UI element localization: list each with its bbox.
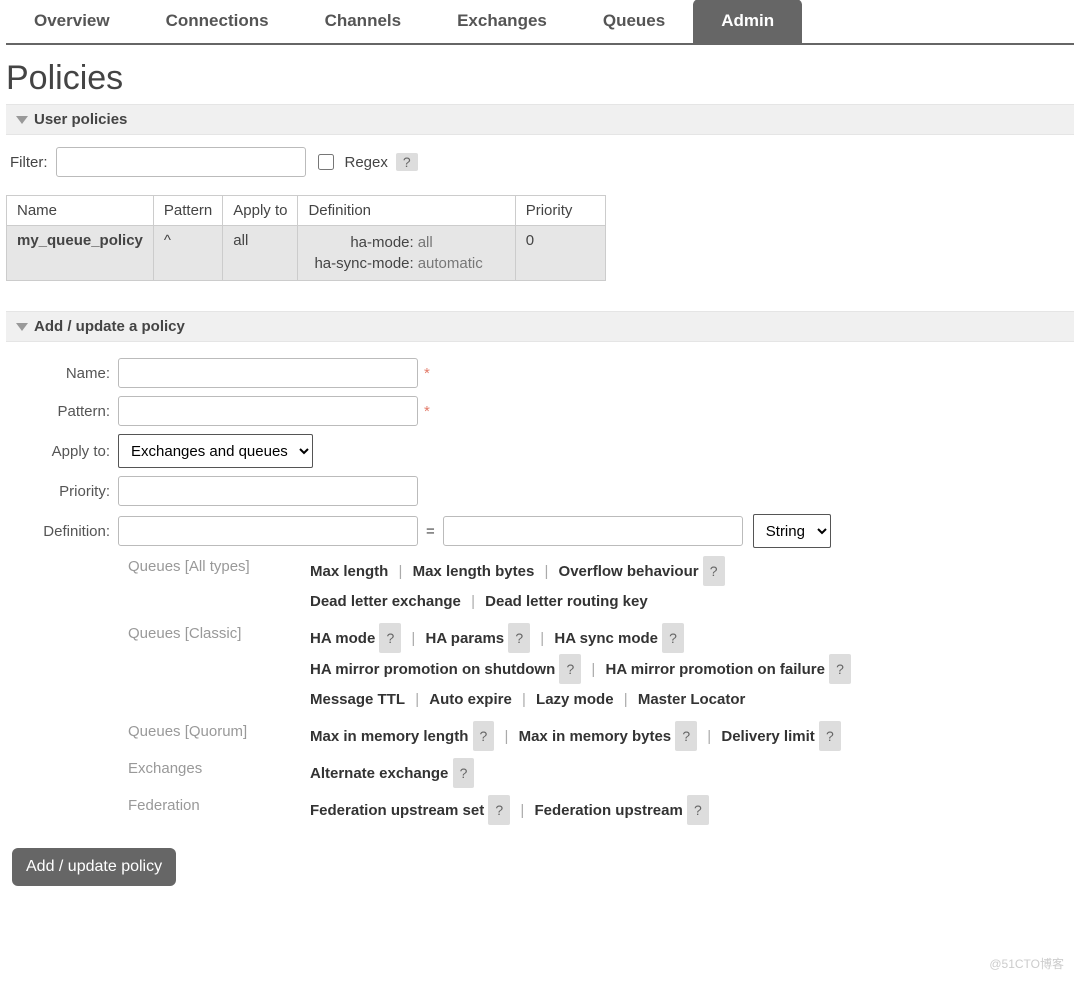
equals-sign: = bbox=[426, 523, 435, 540]
help-icon[interactable]: ? bbox=[662, 623, 684, 653]
definition-type-select[interactable]: String bbox=[753, 514, 831, 548]
opt-ha-promote-failure[interactable]: HA mirror promotion on failure bbox=[605, 661, 824, 678]
opt-ha-sync-mode[interactable]: HA sync mode bbox=[554, 630, 658, 647]
help-icon[interactable]: ? bbox=[819, 721, 841, 751]
filter-row: Filter: Regex ? bbox=[6, 135, 1074, 195]
col-pattern[interactable]: Pattern bbox=[153, 196, 222, 226]
opt-ha-mode[interactable]: HA mode bbox=[310, 630, 375, 647]
section-heading: Add / update a policy bbox=[34, 318, 185, 335]
tab-exchanges[interactable]: Exchanges bbox=[429, 0, 575, 43]
pattern-label: Pattern: bbox=[10, 403, 118, 420]
cell-apply-to: all bbox=[223, 226, 298, 281]
cell-priority: 0 bbox=[515, 226, 605, 281]
name-input[interactable] bbox=[118, 358, 418, 388]
tab-connections[interactable]: Connections bbox=[138, 0, 297, 43]
help-icon[interactable]: ? bbox=[687, 795, 709, 825]
col-priority[interactable]: Priority bbox=[515, 196, 605, 226]
filter-label: Filter: bbox=[10, 154, 48, 171]
required-icon: * bbox=[424, 403, 430, 420]
name-label: Name: bbox=[10, 365, 118, 382]
nav-tabs: Overview Connections Channels Exchanges … bbox=[6, 0, 1074, 45]
help-icon[interactable]: ? bbox=[379, 623, 401, 653]
help-icon[interactable]: ? bbox=[559, 654, 581, 684]
table-row[interactable]: my_queue_policy ^ all ha-mode:all ha-syn… bbox=[7, 226, 606, 281]
tab-queues[interactable]: Queues bbox=[575, 0, 693, 43]
policies-table: Name Pattern Apply to Definition Priorit… bbox=[6, 195, 606, 281]
opt-max-in-memory-bytes[interactable]: Max in memory bytes bbox=[519, 728, 672, 745]
opt-ha-params[interactable]: HA params bbox=[426, 630, 505, 647]
chevron-down-icon bbox=[16, 323, 28, 331]
cell-pattern: ^ bbox=[153, 226, 222, 281]
opt-dlrk[interactable]: Dead letter routing key bbox=[485, 593, 648, 610]
help-icon[interactable]: ? bbox=[488, 795, 510, 825]
page-title: Policies bbox=[6, 59, 1074, 98]
category-federation: Federation bbox=[10, 795, 310, 814]
tab-admin[interactable]: Admin bbox=[693, 0, 802, 43]
required-icon: * bbox=[424, 365, 430, 382]
priority-input[interactable] bbox=[118, 476, 418, 506]
tab-overview[interactable]: Overview bbox=[6, 0, 138, 43]
priority-label: Priority: bbox=[10, 483, 118, 500]
cell-definition: ha-mode:all ha-sync-mode:automatic bbox=[298, 226, 515, 281]
col-definition[interactable]: Definition bbox=[298, 196, 515, 226]
tab-channels[interactable]: Channels bbox=[297, 0, 430, 43]
opt-master-locator[interactable]: Master Locator bbox=[638, 691, 746, 708]
watermark: @51CTO博客 bbox=[989, 955, 1064, 972]
opt-auto-expire[interactable]: Auto expire bbox=[429, 691, 512, 708]
opt-delivery-limit[interactable]: Delivery limit bbox=[721, 728, 814, 745]
help-icon[interactable]: ? bbox=[703, 556, 725, 586]
opt-federation-upstream-set[interactable]: Federation upstream set bbox=[310, 802, 484, 819]
filter-input[interactable] bbox=[56, 147, 306, 177]
chevron-down-icon bbox=[16, 116, 28, 124]
category-queues-classic: Queues [Classic] bbox=[10, 623, 310, 642]
category-queues-quorum: Queues [Quorum] bbox=[10, 721, 310, 740]
opt-federation-upstream[interactable]: Federation upstream bbox=[534, 802, 682, 819]
help-icon[interactable]: ? bbox=[508, 623, 530, 653]
opt-ha-promote-shutdown[interactable]: HA mirror promotion on shutdown bbox=[310, 661, 555, 678]
definition-key-input[interactable] bbox=[118, 516, 418, 546]
help-icon[interactable]: ? bbox=[829, 654, 851, 684]
section-heading: User policies bbox=[34, 111, 127, 128]
section-add-policy[interactable]: Add / update a policy bbox=[6, 311, 1074, 342]
regex-checkbox[interactable] bbox=[318, 154, 334, 170]
col-name[interactable]: Name bbox=[7, 196, 154, 226]
help-icon[interactable]: ? bbox=[675, 721, 697, 751]
add-update-policy-button[interactable]: Add / update policy bbox=[12, 848, 176, 886]
help-icon[interactable]: ? bbox=[453, 758, 475, 788]
opt-overflow[interactable]: Overflow behaviour bbox=[559, 563, 699, 580]
opt-max-length[interactable]: Max length bbox=[310, 563, 388, 580]
definition-label: Definition: bbox=[10, 523, 118, 540]
opt-max-length-bytes[interactable]: Max length bytes bbox=[413, 563, 535, 580]
pattern-input[interactable] bbox=[118, 396, 418, 426]
category-exchanges: Exchanges bbox=[10, 758, 310, 777]
opt-max-in-memory-length[interactable]: Max in memory length bbox=[310, 728, 468, 745]
opt-dlx[interactable]: Dead letter exchange bbox=[310, 593, 461, 610]
definition-value-input[interactable] bbox=[443, 516, 743, 546]
apply-to-label: Apply to: bbox=[10, 443, 118, 460]
opt-message-ttl[interactable]: Message TTL bbox=[310, 691, 405, 708]
opt-alternate-exchange[interactable]: Alternate exchange bbox=[310, 765, 448, 782]
help-icon[interactable]: ? bbox=[473, 721, 495, 751]
apply-to-select[interactable]: Exchanges and queues bbox=[118, 434, 313, 468]
cell-name: my_queue_policy bbox=[7, 226, 154, 281]
section-user-policies[interactable]: User policies bbox=[6, 104, 1074, 135]
regex-help-icon[interactable]: ? bbox=[396, 153, 418, 171]
category-queues-all: Queues [All types] bbox=[10, 556, 310, 575]
opt-lazy-mode[interactable]: Lazy mode bbox=[536, 691, 614, 708]
col-apply-to[interactable]: Apply to bbox=[223, 196, 298, 226]
regex-label: Regex bbox=[345, 154, 388, 171]
add-policy-form: Name: * Pattern: * Apply to: Exchanges a… bbox=[6, 342, 1074, 892]
